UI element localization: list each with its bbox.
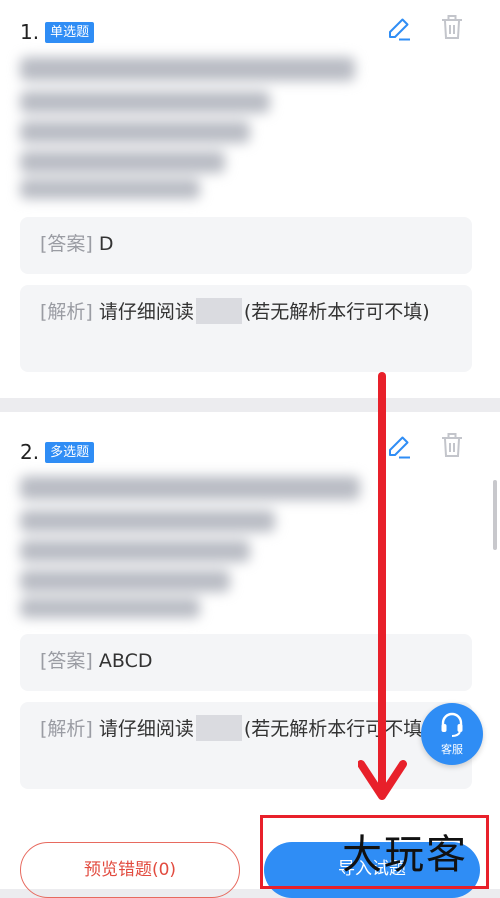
analysis-label: [解析] — [40, 718, 93, 740]
scrollbar[interactable] — [493, 480, 497, 550]
preview-wrong-questions-button[interactable]: 预览错题(0) — [20, 842, 240, 898]
analysis-box: [解析] 请仔细阅读 (若无解析本行可不填) — [20, 285, 472, 372]
customer-service-label: 客服 — [441, 743, 463, 756]
question-header: 1. 单选题 — [20, 20, 95, 44]
answer-value: D — [98, 233, 114, 255]
question-number: 2. — [20, 440, 40, 464]
edit-icon[interactable] — [386, 15, 412, 41]
analysis-text-after: (若无解析本行可不填) — [243, 301, 430, 323]
question-card-2: 2. 多选题 [答案] ABCD [解析] 请仔细阅读 (若无解析本行可不填) — [0, 412, 500, 822]
trash-icon[interactable] — [439, 14, 465, 40]
answer-label: [答案] — [40, 233, 93, 255]
import-questions-button[interactable]: 导入试题 — [264, 842, 480, 898]
question-number: 1. — [20, 20, 40, 44]
masked-text — [195, 715, 242, 741]
blurred-question-content — [20, 474, 365, 624]
answer-value: ABCD — [98, 650, 153, 672]
question-card-1: 1. 单选题 [答案] D [解析] 请仔细阅读 (若无解析本行可不填) — [0, 0, 500, 398]
headset-icon — [441, 712, 463, 737]
analysis-label: [解析] — [40, 301, 93, 323]
edit-icon[interactable] — [386, 433, 412, 459]
question-type-badge: 单选题 — [45, 21, 95, 43]
analysis-text-after: (若无解析本行可不填) — [243, 718, 430, 740]
question-type-badge: 多选题 — [45, 441, 95, 463]
question-header: 2. 多选题 — [20, 440, 95, 464]
trash-icon[interactable] — [439, 432, 465, 458]
analysis-box: [解析] 请仔细阅读 (若无解析本行可不填) — [20, 702, 472, 789]
analysis-text-before: 请仔细阅读 — [98, 301, 194, 323]
answer-box: [答案] ABCD — [20, 634, 472, 691]
answer-label: [答案] — [40, 650, 93, 672]
customer-service-button[interactable]: 客服 — [421, 703, 483, 765]
blurred-question-content — [20, 55, 360, 205]
answer-box: [答案] D — [20, 217, 472, 274]
masked-text — [195, 298, 242, 324]
analysis-text-before: 请仔细阅读 — [98, 718, 194, 740]
bottom-action-bar: 预览错题(0) 导入试题 — [0, 822, 500, 898]
